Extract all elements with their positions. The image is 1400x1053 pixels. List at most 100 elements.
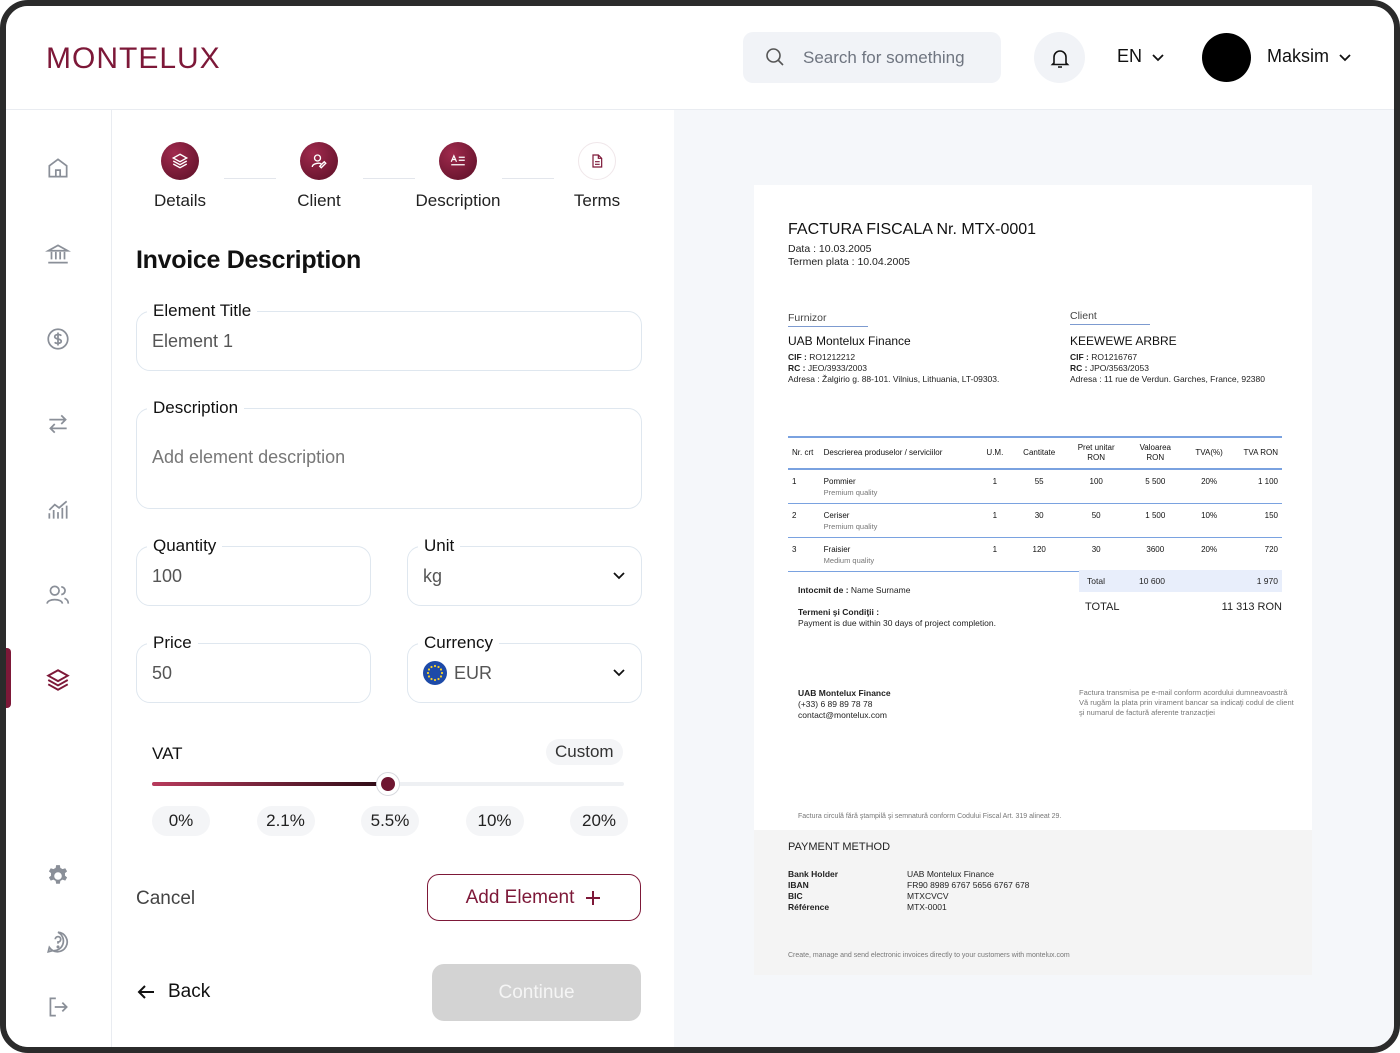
sidebar-item-home[interactable]	[44, 154, 72, 182]
currency-label: Currency	[418, 633, 499, 653]
vat-option-0[interactable]: 0%	[152, 806, 210, 836]
cell-unit-price: 100	[1066, 469, 1126, 504]
step-connector	[224, 178, 276, 179]
unit-select[interactable]: Unit kg	[407, 536, 642, 606]
footer-email: contact@montelux.com	[798, 710, 887, 720]
add-element-button[interactable]: Add Element	[427, 874, 641, 921]
bell-icon	[1050, 49, 1069, 68]
element-title-field[interactable]: Element Title	[136, 301, 642, 371]
chevron-down-icon	[1152, 53, 1164, 61]
bank-holder-value: UAB Montelux Finance	[907, 869, 994, 879]
transfer-icon	[49, 414, 67, 434]
cell-description: Pommier Premium quality	[819, 469, 978, 504]
add-element-label: Add Element	[465, 886, 575, 908]
quantity-input[interactable]	[152, 547, 352, 605]
supplier-address: Adresa : Žalgirio g. 88-101. Vilnius, Li…	[788, 374, 1000, 384]
reference-label: Référence	[788, 902, 830, 912]
bank-holder-label: Bank Holder	[788, 869, 839, 879]
cell-unit-price: 30	[1066, 537, 1126, 572]
help-icon	[47, 931, 69, 953]
step-details-badge	[161, 142, 199, 180]
terms-text: Payment is due within 30 days of project…	[798, 618, 996, 628]
bottom-note: Create, manage and send electronic invoi…	[788, 952, 1070, 959]
column-header: Pret unitar RON	[1066, 436, 1126, 470]
logout-icon	[49, 997, 68, 1017]
sidebar-item-clients[interactable]	[44, 581, 72, 609]
totals-row: Total 10 600 1 970	[1079, 570, 1282, 592]
bic-label: BIC	[788, 891, 803, 901]
description-textarea[interactable]	[152, 447, 622, 497]
avatar[interactable]	[1202, 33, 1251, 82]
sidebar-item-help[interactable]	[44, 928, 72, 956]
price-field[interactable]: Price	[136, 633, 371, 703]
column-header: U.M.	[977, 436, 1012, 470]
vat-option-1[interactable]: 2.1%	[256, 806, 315, 836]
sidebar-item-payments[interactable]	[44, 325, 72, 353]
invoice-form-panel: Details Client Description Terms Invoice…	[112, 110, 674, 1047]
search-input[interactable]	[803, 32, 993, 83]
supplier-heading: Furnizor	[788, 312, 868, 327]
column-header: Cantitate	[1011, 436, 1067, 470]
cell-vat: 720	[1233, 537, 1282, 572]
layers-icon	[46, 669, 70, 691]
cell-qty: 55	[1011, 469, 1067, 504]
back-button[interactable]: Back	[136, 981, 210, 1003]
vat-option-2[interactable]: 5.5%	[361, 806, 419, 836]
continue-button[interactable]: Continue	[432, 964, 641, 1021]
vat-slider-handle[interactable]	[377, 773, 399, 795]
iban-value: FR90 8989 6767 5656 6767 678	[907, 880, 1030, 890]
sidebar-item-bank[interactable]	[44, 240, 72, 268]
price-input[interactable]	[152, 644, 352, 702]
document-icon	[592, 154, 603, 168]
brand-logo[interactable]: MONTELUX	[46, 42, 221, 76]
vat-options: 0% 2.1% 5.5% 10% 20%	[152, 806, 628, 836]
column-header: Valoarea RON	[1125, 436, 1185, 470]
cell-um: 1	[977, 469, 1012, 504]
client-rc: RC : JPO/3563/2053	[1070, 363, 1149, 373]
table-header-row: Nr. crt Descrierea produselor / servicii…	[788, 436, 1282, 470]
vat-option-4[interactable]: 20%	[570, 806, 628, 836]
gear-icon	[48, 865, 68, 884]
description-label: Description	[147, 398, 245, 418]
vat-slider[interactable]	[152, 773, 624, 795]
notifications-button[interactable]	[1034, 32, 1085, 83]
sidebar-item-analytics[interactable]	[44, 496, 72, 524]
table-row: 2 Ceriser Premium quality 1 30 50 1 500 1…	[788, 503, 1282, 538]
search-icon	[766, 48, 784, 66]
issued-by: Intocmit de : Name Surname	[798, 585, 911, 595]
supplier-rc: RC : JEO/3933/2003	[788, 363, 867, 373]
sidebar	[6, 110, 112, 1047]
element-title-input[interactable]	[152, 312, 622, 370]
search-box[interactable]	[743, 32, 1001, 83]
top-header: MONTELUX EN Maksim	[6, 6, 1394, 110]
column-header: Nr. crt	[788, 436, 820, 470]
cell-unit-price: 50	[1066, 503, 1126, 538]
supplier-name: UAB Montelux Finance	[788, 334, 911, 348]
vat-custom-button[interactable]: Custom	[546, 739, 623, 765]
supplier-cif: CIF : RO1212212	[788, 352, 856, 362]
cancel-button[interactable]: Cancel	[136, 888, 195, 910]
description-field[interactable]: Description	[136, 398, 642, 509]
plus-icon	[586, 890, 601, 905]
quantity-field[interactable]: Quantity	[136, 536, 371, 606]
currency-select[interactable]: Currency EUR	[407, 633, 642, 703]
cell-um: 1	[977, 537, 1012, 572]
sidebar-item-settings[interactable]	[44, 862, 72, 890]
column-header: TVA(%)	[1184, 436, 1234, 470]
dollar-icon	[47, 328, 69, 350]
sidebar-item-transfers[interactable]	[44, 410, 72, 438]
vat-option-3[interactable]: 10%	[465, 806, 524, 836]
user-name: Maksim	[1267, 46, 1329, 66]
text-format-icon	[450, 154, 465, 166]
sidebar-item-logout[interactable]	[44, 993, 72, 1021]
reference-value: MTX-0001	[907, 902, 947, 912]
active-indicator	[6, 648, 11, 708]
layers-icon	[171, 153, 189, 169]
user-menu[interactable]: Maksim	[1267, 46, 1353, 67]
sidebar-item-invoices[interactable]	[44, 666, 72, 694]
cell-qty: 120	[1011, 537, 1067, 572]
app-window: MONTELUX EN Maksim	[0, 0, 1400, 1053]
language-label: EN	[1117, 46, 1143, 66]
language-selector[interactable]: EN	[1117, 46, 1166, 67]
step-connector	[363, 178, 415, 179]
